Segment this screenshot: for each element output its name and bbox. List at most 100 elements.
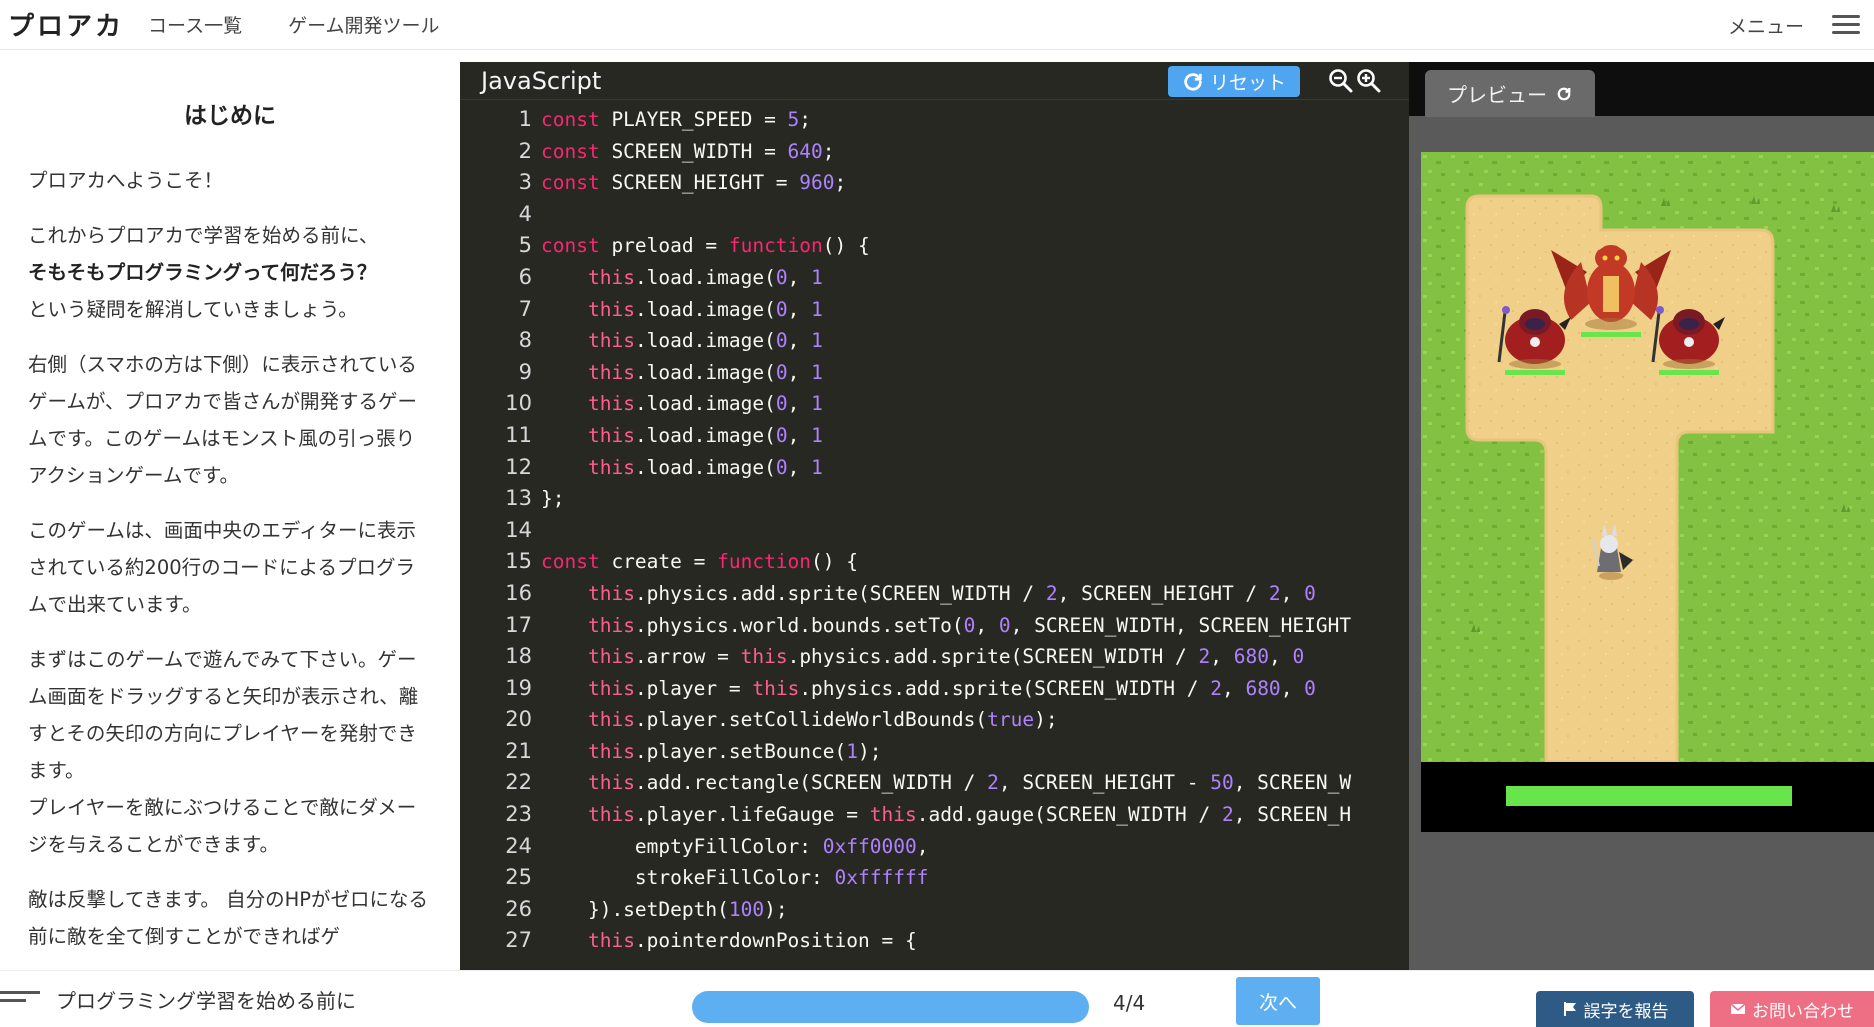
- game-scene[interactable]: [1421, 152, 1874, 762]
- code-line[interactable]: 11 this.load.image(0, 1: [460, 420, 1409, 452]
- line-number: 23: [505, 802, 532, 827]
- code-text[interactable]: this.player.setBounce(1);: [541, 736, 882, 768]
- code-text[interactable]: this.pointerdownPosition = {: [541, 925, 917, 957]
- nav-link-courses[interactable]: コース一覧: [148, 11, 242, 38]
- zoom-out-icon[interactable]: [1328, 68, 1354, 94]
- line-number: 16: [505, 580, 532, 605]
- code-line[interactable]: 4: [460, 199, 1409, 231]
- reset-label: リセット: [1209, 72, 1286, 94]
- line-number: 9: [518, 359, 532, 384]
- code-text[interactable]: this.load.image(0, 1: [541, 388, 823, 420]
- menu-label[interactable]: メニュー: [1728, 12, 1804, 39]
- mail-icon: [1730, 1003, 1746, 1014]
- code-text[interactable]: strokeFillColor: 0xffffff: [541, 862, 929, 894]
- reset-icon: [1184, 72, 1202, 91]
- game-canvas[interactable]: [1421, 152, 1874, 762]
- contact-button[interactable]: お問い合わせ: [1710, 991, 1874, 1027]
- code-text[interactable]: this.load.image(0, 1: [541, 262, 823, 294]
- code-text[interactable]: this.add.rectangle(SCREEN_WIDTH / 2, SCR…: [541, 767, 1351, 799]
- code-line[interactable]: 14: [460, 515, 1409, 547]
- player-hp-bar: [1506, 786, 1792, 806]
- code-text[interactable]: const PLAYER_SPEED = 5;: [541, 104, 811, 136]
- code-line[interactable]: 21 this.player.setBounce(1);: [460, 736, 1409, 768]
- code-line[interactable]: 13};: [460, 483, 1409, 515]
- code-text[interactable]: this.load.image(0, 1: [541, 452, 823, 484]
- lesson-title: プログラミング学習を始める前に: [56, 989, 356, 1013]
- code-text[interactable]: this.load.image(0, 1: [541, 357, 823, 389]
- code-line[interactable]: 18 this.arrow = this.physics.add.sprite(…: [460, 641, 1409, 673]
- preview-tab-label: プレビュー: [1447, 83, 1547, 107]
- lesson-text: という疑問を解消していきましょう。: [28, 298, 358, 321]
- code-line[interactable]: 15 const create = function() {: [460, 546, 1409, 578]
- code-line[interactable]: 20 this.player.setCollideWorldBounds(tru…: [460, 704, 1409, 736]
- code-line[interactable]: 24 emptyFillColor: 0xff0000,: [460, 831, 1409, 863]
- code-line[interactable]: 16 this.physics.add.sprite(SCREEN_WIDTH …: [460, 578, 1409, 610]
- lesson-pane[interactable]: はじめに プロアカへようこそ！ これからプロアカで学習を始める前に、 そもそもプ…: [0, 62, 460, 970]
- lesson-paragraph: 右側（スマホの方は下側）に表示されているゲームが、プロアカで皆さんが開発するゲー…: [28, 353, 418, 487]
- line-number: 20: [505, 707, 532, 732]
- reload-icon[interactable]: [1555, 85, 1573, 103]
- lesson-paragraph: 敵は反撃してきます。 自分のHPがゼロになる前に敵を全て倒すことができればゲ: [28, 888, 429, 948]
- reset-button[interactable]: リセット: [1168, 66, 1300, 97]
- code-editor[interactable]: JavaScript リセット 1 const PLAYER_SPEED = 5;…: [460, 62, 1409, 970]
- zoom-in-icon[interactable]: [1356, 68, 1382, 94]
- code-line[interactable]: 25 strokeFillColor: 0xffffff: [460, 862, 1409, 894]
- code-text[interactable]: this.load.image(0, 1: [541, 420, 823, 452]
- code-text[interactable]: this.physics.world.bounds.setTo(0, 0, SC…: [541, 610, 1351, 642]
- code-text[interactable]: this.player.setCollideWorldBounds(true);: [541, 704, 1058, 736]
- next-button[interactable]: 次へ: [1236, 977, 1320, 1025]
- code-line[interactable]: 19 this.player = this.physics.add.sprite…: [460, 673, 1409, 705]
- code-line[interactable]: 6 this.load.image(0, 1: [460, 262, 1409, 294]
- code-line[interactable]: 26 }).setDepth(100);: [460, 894, 1409, 926]
- lesson-list-icon[interactable]: [0, 991, 40, 1009]
- code-line[interactable]: 27 this.pointerdownPosition = {: [460, 925, 1409, 957]
- line-number: 19: [505, 675, 532, 700]
- line-number: 13: [505, 486, 532, 511]
- code-text[interactable]: emptyFillColor: 0xff0000,: [541, 831, 929, 863]
- code-line[interactable]: 23 this.player.lifeGauge = this.add.gaug…: [460, 799, 1409, 831]
- line-number: 11: [505, 422, 532, 447]
- code-line[interactable]: 10 this.load.image(0, 1: [460, 388, 1409, 420]
- code-line[interactable]: 2 const SCREEN_WIDTH = 640;: [460, 136, 1409, 168]
- code-text[interactable]: const create = function() {: [541, 546, 858, 578]
- lesson-paragraph: まずはこのゲームで遊んでみて下さい。ゲーム画面をドラッグすると矢印が表示され、離…: [28, 641, 432, 863]
- wizard-left-hp-bar: [1505, 370, 1565, 375]
- report-typo-button[interactable]: 誤字を報告: [1536, 991, 1694, 1027]
- editor-header: JavaScript リセット: [460, 62, 1409, 100]
- line-number: 12: [505, 454, 532, 479]
- code-line[interactable]: 7 this.load.image(0, 1: [460, 294, 1409, 326]
- page-indicator: 4/4: [1113, 991, 1146, 1015]
- line-number: 2: [518, 138, 532, 163]
- code-text[interactable]: }).setDepth(100);: [541, 894, 788, 926]
- code-text[interactable]: const SCREEN_WIDTH = 640;: [541, 136, 835, 168]
- code-line[interactable]: 12 this.load.image(0, 1: [460, 452, 1409, 484]
- lesson-paragraph: プロアカへようこそ！: [28, 169, 224, 192]
- code-text[interactable]: const SCREEN_HEIGHT = 960;: [541, 167, 846, 199]
- code-line[interactable]: 8 this.load.image(0, 1: [460, 325, 1409, 357]
- code-line[interactable]: 3 const SCREEN_HEIGHT = 960;: [460, 167, 1409, 199]
- code-text[interactable]: this.physics.add.sprite(SCREEN_WIDTH / 2…: [541, 578, 1316, 610]
- line-number: 17: [505, 612, 532, 637]
- code-text[interactable]: this.player.lifeGauge = this.add.gauge(S…: [541, 799, 1351, 831]
- top-navigation: プロアカ コース一覧 ゲーム開発ツール メニュー: [0, 0, 1874, 50]
- player-hp-area: [1421, 762, 1874, 832]
- site-logo[interactable]: プロアカ: [8, 6, 124, 43]
- code-lines[interactable]: 1 const PLAYER_SPEED = 5; 2 const SCREEN_WI…: [460, 104, 1409, 957]
- code-line[interactable]: 22 this.add.rectangle(SCREEN_WIDTH / 2, …: [460, 767, 1409, 799]
- code-text[interactable]: this.load.image(0, 1: [541, 294, 823, 326]
- tab-preview[interactable]: プレビュー: [1425, 70, 1595, 117]
- code-text[interactable]: const preload = function() {: [541, 230, 870, 262]
- code-line[interactable]: 9 this.load.image(0, 1: [460, 357, 1409, 389]
- contact-label: お問い合わせ: [1752, 1001, 1854, 1022]
- code-text[interactable]: this.load.image(0, 1: [541, 325, 823, 357]
- code-text[interactable]: this.arrow = this.physics.add.sprite(SCR…: [541, 641, 1304, 673]
- hamburger-menu-icon[interactable]: [1832, 15, 1860, 35]
- code-line[interactable]: 17 this.physics.world.bounds.setTo(0, 0,…: [460, 610, 1409, 642]
- code-text[interactable]: this.player = this.physics.add.sprite(SC…: [541, 673, 1316, 705]
- code-text[interactable]: };: [541, 483, 564, 515]
- line-number: 1: [518, 107, 532, 131]
- code-line[interactable]: 1 const PLAYER_SPEED = 5;: [460, 104, 1409, 136]
- code-line[interactable]: 5 const preload = function() {: [460, 230, 1409, 262]
- nav-link-game-dev-tools[interactable]: ゲーム開発ツール: [288, 11, 439, 38]
- lesson-text: まずはこのゲームで遊んでみて下さい。ゲーム画面をドラッグすると矢印が表示され、離…: [28, 648, 419, 782]
